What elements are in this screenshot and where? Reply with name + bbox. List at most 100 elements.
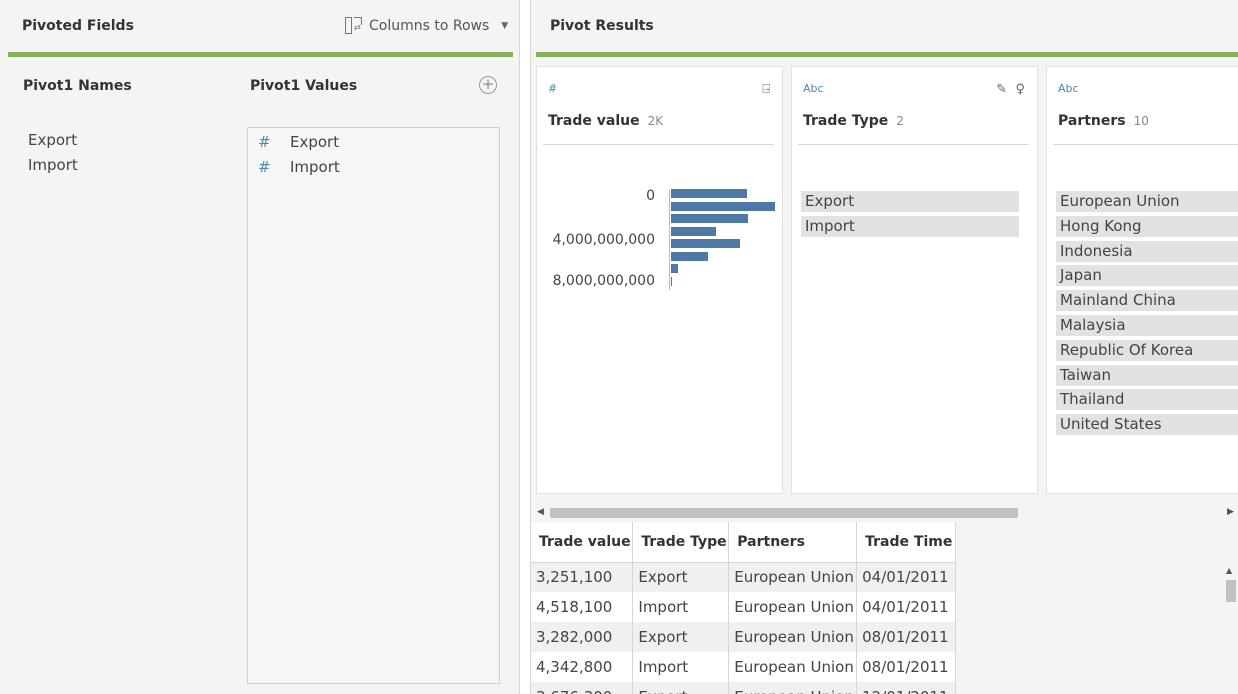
field-name[interactable]: Trade Type 2: [803, 113, 904, 129]
table-cell[interactable]: 3,251,100: [531, 562, 634, 592]
card-divider: [798, 144, 1029, 145]
histogram-bar[interactable]: [671, 239, 740, 248]
field-count: 10: [1133, 114, 1149, 128]
column-header[interactable]: Partners: [728, 522, 858, 563]
table-cell[interactable]: 3,282,000: [531, 622, 634, 652]
histogram-bar[interactable]: [671, 226, 716, 236]
columns-to-rows-dropdown[interactable]: ⇄ Columns to Rows ▼: [345, 17, 508, 34]
category-value-bar[interactable]: Japan: [1056, 265, 1238, 287]
column-header[interactable]: Trade value: [531, 522, 634, 563]
category-value-bar[interactable]: Mainland China: [1056, 290, 1238, 312]
histogram-bar[interactable]: [671, 276, 672, 286]
vertical-scroll-thumb[interactable]: [1226, 580, 1236, 602]
table-row[interactable]: 3,251,100 Export European Union 04/01/2011: [531, 562, 956, 592]
table-row[interactable]: 3,676,300ExportEuropean Union12/01/2011: [531, 682, 956, 694]
pivot1-values-header: Pivot1 Values: [250, 78, 358, 94]
column-header[interactable]: Trade Type: [632, 522, 730, 563]
card-divider: [1053, 144, 1238, 145]
profile-card-partners[interactable]: Abc Partners 10 European Union Hong Kong In…: [1046, 66, 1238, 494]
data-grid: Trade value Trade Type Partners Trade Ti…: [531, 522, 956, 694]
category-value-bar[interactable]: Malaysia: [1056, 315, 1238, 336]
field-name-label: Trade value: [548, 113, 640, 129]
table-cell[interactable]: Export: [632, 562, 730, 592]
pivot-value-item[interactable]: # Import: [258, 158, 340, 176]
add-pivot-icon[interactable]: +: [479, 76, 497, 94]
category-value-bar[interactable]: Indonesia: [1056, 240, 1238, 262]
horizontal-scrollbar[interactable]: ◀ ▶: [531, 503, 1238, 521]
field-name-label: Partners: [1058, 113, 1126, 129]
category-value-bar[interactable]: Thailand: [1056, 389, 1238, 411]
field-count: 2K: [647, 114, 664, 128]
field-options-icon[interactable]: ⍈: [762, 82, 770, 97]
pivot-icon: ⇄: [345, 17, 363, 34]
category-value-bar[interactable]: Import: [801, 216, 1019, 237]
pivot-value-item[interactable]: # Export: [258, 133, 339, 151]
table-cell[interactable]: 4,342,800: [531, 652, 634, 682]
histogram-bar[interactable]: [671, 264, 678, 273]
pivot-values-dropzone[interactable]: # Export # Import: [247, 127, 500, 684]
axis-tick-label: 4,000,000,000: [552, 232, 655, 248]
histogram-axis: [669, 190, 670, 290]
number-type-icon[interactable]: #: [548, 82, 557, 95]
histogram-bar[interactable]: [671, 189, 747, 198]
pivot-name-item[interactable]: Import: [28, 156, 78, 174]
pivot-value-label: Export: [290, 133, 340, 151]
pivot-results-header: Pivot Results: [531, 0, 1238, 54]
panel-accent-bar: [8, 52, 513, 57]
pivoted-fields-title: Pivoted Fields: [22, 18, 134, 34]
scroll-right-icon[interactable]: ▶: [1227, 507, 1234, 517]
histogram-bar[interactable]: [671, 214, 748, 223]
table-cell[interactable]: 4,518,100: [531, 592, 634, 622]
table-cell[interactable]: European Union: [728, 682, 858, 694]
scroll-left-icon[interactable]: ◀: [537, 507, 544, 517]
pivot1-names-header: Pivot1 Names: [23, 78, 132, 94]
pivot-results-panel: Pivot Results # ⍈ Trade value 2K 0 4,000,…: [530, 0, 1238, 694]
table-row[interactable]: 4,518,100 Import European Union 04/01/2011: [531, 592, 956, 622]
histogram-bar[interactable]: [671, 201, 775, 211]
field-name[interactable]: Partners 10: [1058, 113, 1149, 129]
table-row[interactable]: 3,282,000 Export European Union 08/01/2011: [531, 622, 956, 652]
table-cell[interactable]: Export: [632, 682, 730, 694]
category-value-bar[interactable]: European Union: [1056, 191, 1238, 212]
table-cell[interactable]: 04/01/2011: [856, 592, 956, 622]
category-value-bar[interactable]: Taiwan: [1056, 364, 1238, 386]
panel-accent-bar: [536, 52, 1238, 57]
string-type-icon[interactable]: Abc: [803, 82, 824, 95]
table-cell[interactable]: Export: [632, 622, 730, 652]
category-value-bar[interactable]: Hong Kong: [1056, 215, 1238, 237]
pivot-name-item[interactable]: Export: [28, 131, 77, 149]
table-cell[interactable]: 04/01/2011: [856, 562, 956, 592]
field-count: 2: [896, 114, 904, 128]
columns-to-rows-label: Columns to Rows: [369, 17, 490, 34]
number-type-icon: #: [258, 158, 271, 176]
histogram-bar[interactable]: [671, 251, 708, 261]
table-cell[interactable]: European Union: [728, 652, 858, 682]
pivot-results-title: Pivot Results: [550, 18, 654, 34]
table-cell[interactable]: European Union: [728, 562, 858, 592]
category-value-bar[interactable]: Export: [801, 191, 1019, 212]
field-name[interactable]: Trade value 2K: [548, 113, 663, 129]
pivot-value-label: Import: [290, 158, 340, 176]
table-row[interactable]: 4,342,800 Import European Union 08/01/2011: [531, 652, 956, 682]
lightbulb-icon[interactable]: ♀: [1015, 82, 1025, 97]
card-divider: [543, 144, 774, 145]
table-cell[interactable]: 12/01/2011: [856, 682, 956, 694]
category-value-bar[interactable]: Republic Of Korea: [1056, 339, 1238, 361]
table-cell[interactable]: 08/01/2011: [856, 652, 956, 682]
horizontal-scroll-thumb[interactable]: [550, 508, 1018, 518]
vertical-scrollbar[interactable]: ▲: [1223, 562, 1237, 694]
table-cell[interactable]: European Union: [728, 622, 858, 652]
profile-card-trade-value[interactable]: # ⍈ Trade value 2K 0 4,000,000,000 8,000,…: [536, 66, 783, 494]
profile-card-trade-type[interactable]: Abc ✎ ♀ Trade Type 2 Export Import: [791, 66, 1038, 494]
grid-header-row: Trade value Trade Type Partners Trade Ti…: [531, 522, 956, 563]
table-cell[interactable]: 3,676,300: [531, 682, 634, 694]
table-cell[interactable]: Import: [632, 592, 730, 622]
table-cell[interactable]: European Union: [728, 592, 858, 622]
table-cell[interactable]: 08/01/2011: [856, 622, 956, 652]
column-header[interactable]: Trade Time: [856, 522, 956, 563]
edit-icon[interactable]: ✎: [996, 82, 1007, 97]
category-value-bar[interactable]: United States: [1056, 414, 1238, 436]
table-cell[interactable]: Import: [632, 652, 730, 682]
scroll-up-icon[interactable]: ▲: [1226, 566, 1232, 575]
string-type-icon[interactable]: Abc: [1058, 82, 1079, 95]
